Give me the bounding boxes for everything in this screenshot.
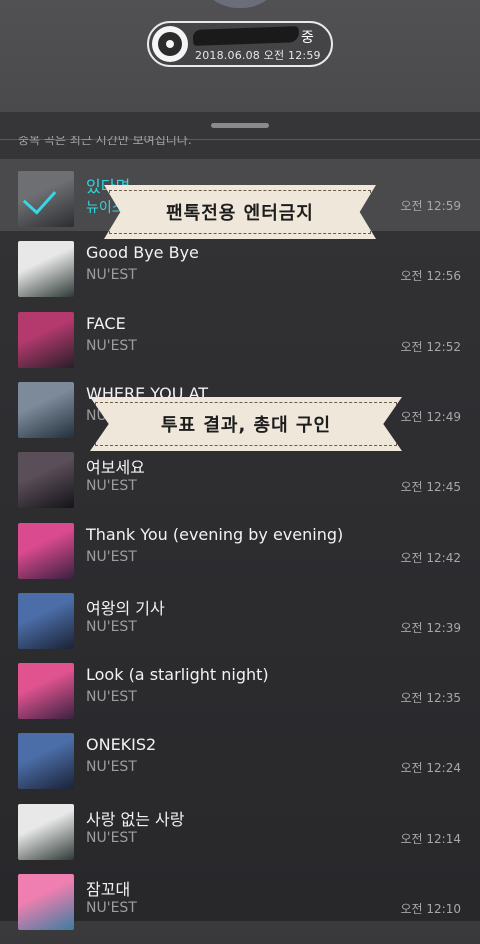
played-time: 오전 12:42 [400,550,461,565]
song-row[interactable]: Look (a starlight night) NU'EST 오전 12:35 [0,663,480,733]
album-art [18,241,74,298]
song-artist: NU'EST [86,829,137,846]
played-time: 오전 12:52 [400,339,461,354]
album-art [18,592,74,649]
song-artist: NU'EST [86,900,137,916]
song-title: Thank You (evening by evening) [86,524,344,544]
played-time: 오전 12:49 [400,409,461,424]
played-time: 오전 12:45 [400,480,461,495]
played-time: 오전 12:35 [400,691,461,706]
played-time: 오전 12:10 [400,902,461,916]
song-title: ONEKIS2 [86,735,157,755]
album-art [18,874,74,930]
song-title: FACE [86,313,126,333]
song-row[interactable]: Good Bye Bye NU'EST 오전 12:56 [0,241,480,311]
song-artist: NU'EST [86,478,137,495]
song-row[interactable]: 여왕의 기사 NU'EST 오전 12:39 [0,592,480,663]
now-playing-header: 중 2018.06.08 오전 12:59 [0,0,480,112]
played-time: 오전 12:24 [400,761,461,776]
played-time: 오전 12:14 [400,831,461,846]
banner-top-text: 팬톡전용 엔터금지 [166,203,314,224]
played-time: 오전 12:59 [400,199,461,213]
now-playing-title: 중 [192,26,323,47]
overlay-banner-top: 팬톡전용 엔터금지 [104,185,376,239]
song-row[interactable]: 여보세요 NU'EST 오전 12:45 [0,452,480,522]
song-title: Look (a starlight night) [86,665,269,685]
song-row[interactable]: Thank You (evening by evening) NU'EST 오전 1… [0,522,480,593]
song-title: 여왕의 기사 [86,598,165,618]
song-artist: NU'EST [86,689,137,706]
song-row[interactable]: FACE NU'EST 오전 12:52 [0,311,480,382]
duplicate-hint: 중복 곡은 최근 시간만 보여집니다. [18,136,192,147]
album-art [18,733,74,790]
album-art [18,803,74,860]
song-title: 사랑 없는 사랑 [86,809,185,829]
sheet-drag-handle[interactable] [211,123,269,128]
now-playing-datetime: 2018.06.08 오전 12:59 [195,49,321,62]
overlay-banner-middle: 투표 결과, 총대 구인 [90,397,402,451]
song-title: 여보세요 [86,458,145,478]
profile-avatar[interactable] [196,0,284,8]
song-artist: NU'EST [86,618,137,635]
song-row[interactable]: 사랑 없는 사랑 NU'EST 오전 12:14 [0,803,480,874]
banner-middle-text: 투표 결과, 총대 구인 [160,415,332,436]
album-art [18,663,74,720]
song-artist: NU'EST [86,337,137,354]
played-time: 오전 12:56 [400,269,461,284]
song-artist: NU'EST [86,548,137,565]
now-playing-pill[interactable]: 중 2018.06.08 오전 12:59 [147,21,333,67]
redaction-mark [192,26,300,46]
song-artist: NU'EST [86,267,137,284]
album-art [18,311,74,368]
song-title: Good Bye Bye [86,243,199,263]
song-artist: NU'EST [86,759,137,776]
album-art [18,452,74,509]
song-row[interactable]: ONEKIS2 NU'EST 오전 12:24 [0,733,480,803]
song-row[interactable]: 잠꼬대 NU'EST 오전 12:10 [0,874,480,944]
played-time: 오전 12:39 [400,620,461,635]
album-art [18,381,74,438]
song-title: 잠꼬대 [86,880,131,899]
vinyl-disc-icon [152,26,188,62]
now-playing-title-tail: 중 [301,30,314,46]
album-art [18,522,74,579]
